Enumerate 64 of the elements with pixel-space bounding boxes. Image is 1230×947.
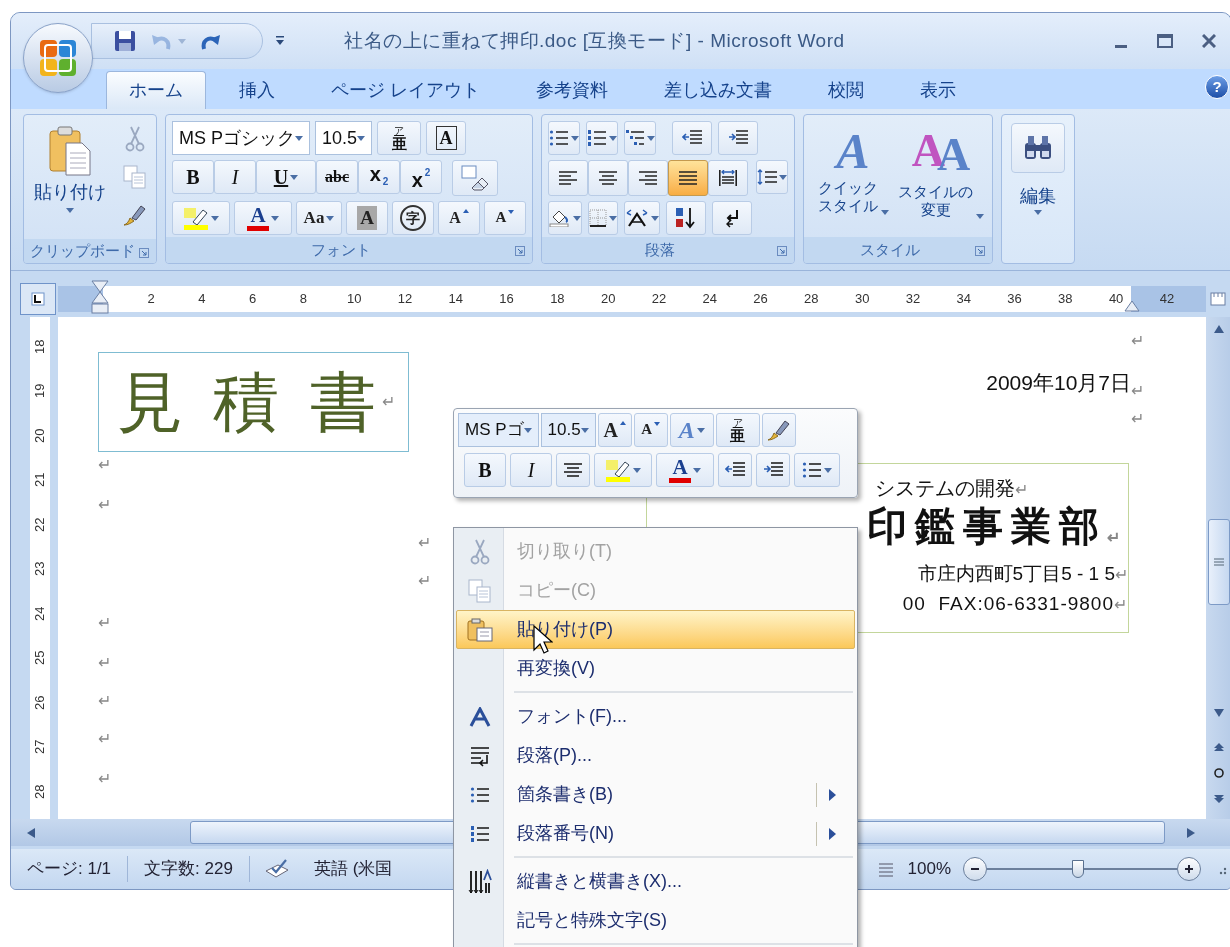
ruler-number: 40	[1108, 290, 1124, 308]
ruler-number: 20	[600, 290, 616, 308]
ruler-number: 6	[248, 290, 257, 308]
paragraph-mark: ↵	[1015, 482, 1028, 498]
paragraph-mark: ↵	[418, 572, 431, 589]
company-text: 市庄内西町5丁目5 - 1 5	[917, 564, 1115, 583]
ruler-number: 26	[31, 695, 49, 710]
ruler-number: 28	[31, 784, 49, 799]
paragraph-mark: ↵	[98, 770, 111, 787]
window-title: 社名の上に重ねて押印.doc [互換モード] - Microsoft Word	[344, 28, 845, 53]
ruler-number: 20	[31, 428, 49, 443]
ruler-number: 34	[956, 290, 971, 308]
group-label: フォント	[311, 239, 371, 260]
paragraph-mark: ↵	[381, 394, 395, 410]
paragraph-mark: ↵	[1131, 410, 1144, 427]
ruler-number: 4	[198, 290, 206, 308]
company-text: 00 FAX:06-6331-9800	[902, 594, 1114, 613]
paragraph-mark: ↵	[1107, 530, 1128, 546]
paragraph-mark: ↵	[98, 654, 111, 671]
ruler-number: 8	[299, 290, 307, 308]
ruler-number: 30	[854, 290, 870, 308]
ruler-number: 36	[1007, 290, 1022, 308]
group-label: 段落	[645, 239, 675, 260]
ruler-number: 24	[31, 606, 49, 621]
ruler-number: 23	[31, 561, 49, 576]
company-text: 印鑑事業部	[867, 506, 1107, 546]
ruler-number: 38	[1058, 290, 1073, 308]
ruler-number: 26	[753, 290, 768, 308]
ruler-number: 28	[804, 290, 819, 308]
ruler-number: 22	[31, 517, 49, 532]
paragraph-mark: ↵	[1131, 382, 1144, 399]
ruler-number: 2	[147, 290, 155, 308]
ruler-number: 21	[31, 472, 49, 487]
ruler-number: 10	[346, 290, 362, 308]
zoom-level: 100%	[907, 858, 951, 881]
paragraph-mark: ↵	[1131, 332, 1144, 349]
ruler-number: 32	[905, 290, 921, 308]
paragraph-mark: ↵	[1114, 597, 1128, 613]
ruler-number: 19	[31, 383, 49, 398]
paragraph-mark: ↵	[418, 534, 431, 551]
paragraph-mark: ↵	[98, 614, 111, 631]
language: 英語 (米国	[312, 858, 393, 881]
date-text: 2009年10月7日	[986, 370, 1131, 396]
company-text: システムの開発	[875, 478, 1015, 498]
ruler-number: 22	[651, 290, 667, 308]
ruler-number: 18	[550, 290, 565, 308]
group-label: クリップボード	[29, 240, 135, 261]
paragraph-mark: ↵	[98, 456, 111, 473]
ruler-number: 14	[448, 290, 463, 308]
word-count: 文字数: 229	[143, 858, 234, 881]
ruler-number: 25	[31, 650, 49, 665]
heading: 見 積 書	[117, 369, 382, 435]
ruler-number: 42	[1159, 290, 1175, 308]
page-count: ページ: 1/1	[26, 858, 113, 881]
paragraph-mark: ↵	[1115, 567, 1128, 583]
ruler-number: 12	[397, 290, 413, 308]
ruler-number: 16	[499, 290, 514, 308]
ruler-number: 24	[702, 290, 717, 308]
group-label: スタイル	[860, 239, 920, 260]
ruler-number: 18	[31, 339, 49, 354]
paragraph-mark: ↵	[98, 496, 111, 513]
paragraph-mark: ↵	[98, 692, 111, 709]
paragraph-mark: ↵	[98, 730, 111, 747]
ruler-number: 27	[31, 739, 49, 754]
